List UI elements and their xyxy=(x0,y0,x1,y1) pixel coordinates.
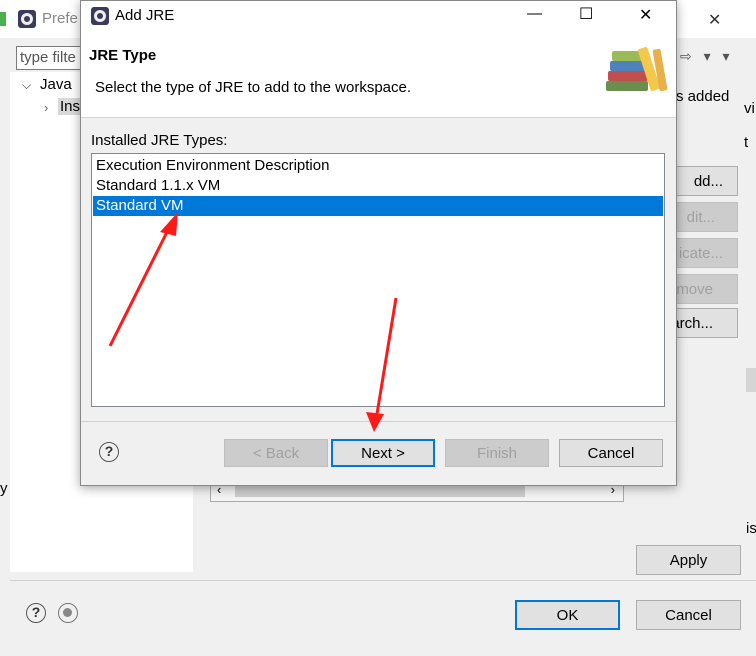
arrow-to-standard-vm xyxy=(108,212,178,347)
annotation-arrows xyxy=(108,212,398,432)
arrow-to-next-button xyxy=(366,297,398,432)
